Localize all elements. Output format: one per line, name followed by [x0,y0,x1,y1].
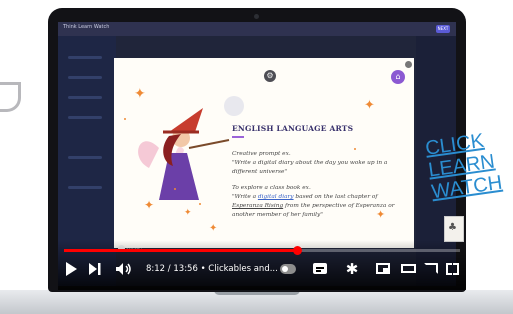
magic-wand [188,139,230,149]
progress-played [64,249,298,252]
explore-paragraph: To explore a class book ex. "Write a dig… [232,184,404,220]
digital-diary-link[interactable]: digital diary [258,194,294,200]
slide-heading: ENGLISH LANGUAGE ARTS [232,124,354,133]
time-display: 8:12 / 13:56 • Clickables and... › [146,256,284,282]
progress-bar[interactable] [64,246,460,255]
progress-scrubber[interactable] [292,246,302,255]
sidebar-row [68,76,102,79]
left-hanger-decoration [0,82,21,112]
laptop-base [0,290,513,314]
explore-intro: To explore a class book ex. [232,185,311,191]
fairy-wing [138,141,159,168]
book-title: Esperanza Rising [232,203,284,209]
sparkle-icon: ✦ [209,223,218,234]
topbar-next-button[interactable]: NEXT [436,25,450,33]
fairy-dress [159,153,199,200]
sparkle-icon: ✦ [364,98,375,113]
fairy-hat [169,108,203,132]
settings-gear-icon[interactable]: ✱ [344,256,360,282]
explore-text-mid: based on the last chapter of [293,194,378,200]
sparkle-icon: ✦ [134,86,146,102]
settings-gear-icon[interactable]: ⚙ [264,70,276,82]
sparkle-icon: ✦ [184,208,192,218]
volume-icon[interactable] [116,256,132,282]
subtitles-icon[interactable] [313,263,327,274]
next-video-thumbnail[interactable]: ♣ [444,216,464,242]
sparkle-icon: ✦ [144,198,155,212]
prompt-quote: "Write a digital diary about the day you… [232,160,388,175]
sidebar-row [68,186,102,189]
lesson-slide: ⚙ ⌂ ✦ ✦ ✦ ✦ ✦ ✦ ENGLISH LANGUAGE ARTS Cr… [114,58,414,248]
slide-body: Creative prompt ex. "Write a digital dia… [232,150,404,227]
wand-sparkle-glow [224,96,244,116]
chapter-title[interactable]: Clickables and... [208,264,278,274]
autoplay-toggle[interactable] [280,264,296,274]
home-icon[interactable]: ⌂ [391,70,405,84]
tree-icon: ♣ [448,222,457,233]
explore-text-start: "Write a [232,194,258,200]
next-track-icon[interactable] [88,256,102,282]
sparkle-dot [174,188,176,190]
fairy-illustration [138,108,230,200]
prompt-paragraph: Creative prompt ex. "Write a digital dia… [232,150,404,177]
autoplay-knob [282,266,288,272]
app-brand: Think Learn Watch [63,24,110,30]
webcam-dot [254,14,259,19]
sidebar-row [68,56,102,59]
heading-accent-rule [232,136,244,138]
sidebar-row [68,156,102,159]
time-total: 13:56 [173,264,198,274]
chapter-separator: • [197,264,209,274]
cast-icon[interactable] [424,263,438,274]
overlay-tagline: CLICK LEARN WATCH [424,125,513,204]
prompt-intro: Creative prompt ex. [232,151,291,157]
sparkle-dot [199,203,201,205]
time-current: 8:12 [146,264,166,274]
sidebar-row [68,96,102,99]
fullscreen-icon[interactable] [446,263,459,275]
slide-close-icon[interactable] [405,61,412,68]
sparkle-dot [124,118,126,120]
player-controls: 8:12 / 13:56 • Clickables and... › ✱ [58,256,466,282]
miniplayer-icon[interactable] [376,263,390,274]
app-topbar: Think Learn Watch NEXT [58,22,456,36]
play-icon[interactable] [64,256,78,282]
sidebar-row [68,116,102,119]
theater-mode-icon[interactable] [401,264,416,273]
